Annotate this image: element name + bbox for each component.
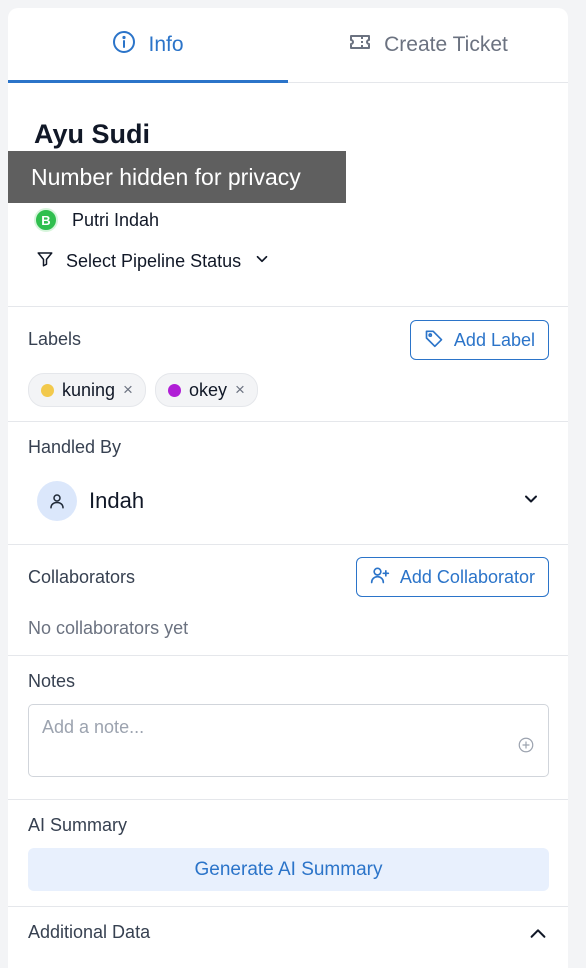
handled-by-title: Handled By [28, 437, 122, 457]
note-input[interactable]: Add a note... [28, 704, 549, 777]
remove-label-icon[interactable]: × [235, 380, 245, 400]
no-collaborators-text: No collaborators yet [28, 618, 189, 638]
tab-bar: Info Create Ticket [8, 8, 568, 83]
label-chip-text: okey [188, 379, 228, 400]
contact-info-panel: Info Create Ticket Ayu Sudi Number hidde… [8, 8, 568, 968]
chevron-up-icon[interactable] [527, 923, 549, 945]
add-collaborator-button[interactable]: Add Collaborator [355, 557, 549, 597]
add-label-text: Add Label [453, 329, 535, 350]
notes-title: Notes [28, 671, 76, 691]
handler-select[interactable]: Indah [37, 481, 541, 521]
label-chip: kuning × [28, 373, 146, 407]
channel-row: B Putri Indah [34, 208, 159, 232]
handled-by-section: Handled By Indah [8, 422, 568, 545]
tab-create-ticket[interactable]: Create Ticket [288, 8, 568, 82]
chevron-down-icon [521, 489, 541, 514]
ai-summary-section: AI Summary Generate AI Summary [8, 800, 568, 907]
user-plus-icon [370, 565, 390, 590]
privacy-overlay: Number hidden for privacy [8, 151, 346, 203]
handler-name: Indah [89, 488, 145, 513]
contact-header: Ayu Sudi Number hidden for privacy B Put… [8, 83, 568, 307]
tab-info[interactable]: Info [8, 8, 288, 83]
tab-info-label: Info [148, 33, 184, 56]
ai-summary-title: AI Summary [28, 815, 128, 835]
generate-ai-summary-button[interactable]: Generate AI Summary [28, 848, 549, 891]
label-chip: okey × [154, 373, 258, 407]
info-circle-icon [112, 30, 136, 60]
add-collaborator-text: Add Collaborator [399, 566, 535, 587]
filter-icon [36, 250, 54, 273]
user-icon [50, 494, 64, 509]
avatar [37, 481, 77, 521]
labels-title: Labels [28, 329, 82, 349]
tag-icon [424, 328, 444, 353]
add-circle-icon[interactable] [517, 736, 535, 754]
label-color-dot [167, 383, 181, 397]
notes-section: Notes Add a note... [8, 656, 568, 800]
remove-label-icon[interactable]: × [123, 380, 133, 400]
label-chips: kuning × okey × [28, 373, 258, 407]
label-chip-text: kuning [62, 379, 116, 400]
ticket-icon [348, 30, 372, 60]
label-color-dot [41, 383, 54, 397]
chevron-down-icon [253, 250, 271, 273]
contact-name: Ayu Sudi [34, 119, 151, 149]
channel-name: Putri Indah [72, 209, 160, 230]
note-placeholder: Add a note... [42, 717, 145, 737]
pipeline-status-dropdown[interactable]: Select Pipeline Status [36, 250, 271, 273]
labels-section: Labels Add Label kuning × okey × [8, 307, 568, 422]
add-label-button[interactable]: Add Label [409, 320, 549, 360]
tab-create-ticket-label: Create Ticket [384, 33, 508, 56]
collaborators-section: Collaborators Add Collaborator No collab… [8, 545, 568, 656]
additional-data-section[interactable]: Additional Data [8, 907, 568, 967]
additional-data-title: Additional Data [28, 922, 151, 942]
pipeline-status-label: Select Pipeline Status [66, 251, 242, 271]
collaborators-title: Collaborators [28, 567, 136, 587]
whatsapp-business-icon: B [34, 208, 58, 232]
